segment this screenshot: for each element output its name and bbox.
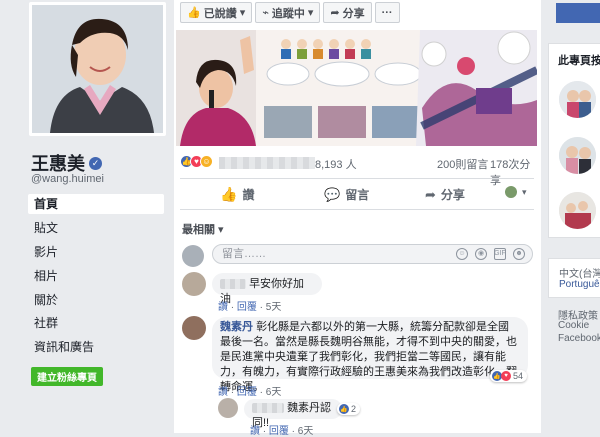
reply-reaction-badge[interactable]: 👍 2 — [337, 403, 361, 415]
liked-pages-title: 此專頁按讚 — [558, 55, 600, 67]
blurred-names — [219, 157, 315, 169]
divider — [180, 209, 534, 210]
like-label: 讚 — [242, 188, 255, 202]
comment-like-link[interactable]: 讚 — [218, 302, 228, 313]
nav-item-home[interactable]: 首頁 — [28, 194, 164, 214]
comment-input-tools: ☺ ◉ GIF ☻ — [456, 248, 525, 260]
liked-page-avatar[interactable] — [559, 137, 596, 174]
liked-label: 已說讚 — [203, 7, 237, 20]
emoji-icon[interactable]: ☺ — [456, 248, 468, 260]
post-image[interactable] — [176, 30, 537, 146]
nav-item-photos[interactable]: 相片 — [28, 266, 164, 286]
language-box: 中文(台灣) Português — [548, 258, 600, 298]
like-button[interactable]: 👍 讚 — [220, 186, 254, 203]
comment-reply-link[interactable]: 回覆 — [237, 387, 257, 398]
page-nav: 首頁 貼文 影片 相片 關於 社群 資訊和廣告 — [28, 194, 164, 361]
avatar — [182, 316, 206, 340]
post-as-selector[interactable]: ▾ — [505, 186, 527, 198]
liked-page-avatar[interactable] — [559, 192, 596, 229]
liked-page-avatar[interactable] — [559, 81, 596, 118]
left-column: 王惠美 ✓ @wang.huimei 首頁 貼文 影片 相片 關於 社群 資訊和… — [0, 0, 172, 433]
divider — [180, 178, 534, 179]
liked-button[interactable]: 👍 已說讚 ▾ — [180, 2, 253, 23]
comment-reaction-count: 54 — [513, 371, 524, 381]
following-button[interactable]: ⌁ 追蹤中 ▾ — [255, 2, 321, 23]
share-label: 分享 — [440, 188, 465, 202]
nav-item-about[interactable]: 關於 — [28, 290, 164, 310]
page-handle: @wang.huimei — [31, 173, 104, 185]
nav-item-info-ads[interactable]: 資訊和廣告 — [28, 337, 164, 357]
post-actions: 👍 讚 💬 留言 ➦ 分享 ▾ — [180, 183, 534, 205]
avatar — [505, 186, 517, 198]
right-column: 此專頁按讚 中文(台灣) Português 隱私政策 Cookie Faceb… — [548, 0, 600, 433]
sticker-icon[interactable]: ☻ — [513, 248, 525, 260]
post-column: 👍 已說讚 ▾ ⌁ 追蹤中 ▾ ➦ 分享 ··· 👍 ♥ ☺ 8,193 人 2… — [174, 0, 541, 437]
more-label: ··· — [381, 6, 393, 19]
language-current: 中文(台灣) — [559, 269, 600, 280]
comment-bubble: 早安你好加油 — [212, 273, 322, 305]
haha-reaction-icon: ☺ — [200, 155, 213, 168]
reaction-count: 8,193 人 — [315, 159, 357, 171]
comment-like-link[interactable]: 讚 — [218, 387, 228, 398]
nav-item-videos[interactable]: 影片 — [28, 242, 164, 262]
footer-facebook-text: Facebook — [558, 333, 600, 344]
following-label: 追蹤中 — [271, 7, 305, 20]
reply-time[interactable]: 6天 — [298, 426, 314, 437]
more-button[interactable]: ··· — [374, 2, 400, 23]
verified-badge-icon: ✓ — [89, 156, 102, 170]
share-page-label: 分享 — [342, 7, 365, 20]
comment-button[interactable]: 💬 留言 — [324, 186, 369, 203]
create-page-button[interactable]: 建立粉絲專頁 — [31, 367, 103, 386]
page-action-bar: 👍 已說讚 ▾ ⌁ 追蹤中 ▾ ➦ 分享 ··· — [180, 2, 400, 23]
chevron-down-icon: ▾ — [307, 7, 314, 19]
comment-label: 留言 — [345, 188, 370, 202]
top-blue-button[interactable] — [556, 3, 600, 23]
share-button[interactable]: ➦ 分享 — [425, 186, 465, 203]
liked-pages-box: 此專頁按讚 — [548, 43, 600, 238]
avatar — [182, 245, 204, 267]
comment-time[interactable]: 5天 — [266, 302, 282, 313]
nav-item-posts[interactable]: 貼文 — [28, 218, 164, 238]
thumbs-up-icon: 👍 — [220, 186, 238, 202]
share-page-button[interactable]: ➦ 分享 — [323, 2, 372, 23]
reply-reply-link[interactable]: 回覆 — [269, 426, 289, 437]
comment-count[interactable]: 200則留言 — [437, 156, 488, 172]
nav-item-community[interactable]: 社群 — [28, 313, 164, 333]
share-arrow-icon: ➦ — [425, 186, 436, 202]
blurred-author — [252, 403, 284, 414]
comment-input[interactable]: 留言…… ☺ ◉ GIF ☻ — [212, 244, 533, 264]
reactions-summary[interactable]: 👍 ♥ ☺ 8,193 人 200則留言 178次分享 — [180, 155, 534, 187]
thumbs-up-icon: 👍 — [187, 7, 201, 19]
reply-meta: 讚 · 回覆 · 6天 — [250, 426, 314, 437]
love-reaction-icon: ♥ — [501, 371, 511, 381]
chevron-down-icon: ▾ — [522, 186, 527, 197]
comment-meta: 讚 · 回覆 · 5天 — [218, 302, 282, 313]
comment-sort-dropdown[interactable]: 最相關 ▾ — [182, 221, 224, 237]
comment-author[interactable]: 魏素丹 — [220, 321, 253, 333]
comment-input-placeholder: 留言…… — [222, 248, 266, 260]
blurred-author — [220, 279, 246, 290]
avatar — [182, 272, 206, 296]
language-alt-link[interactable]: Português — [559, 279, 600, 290]
profile-photo[interactable] — [29, 2, 166, 136]
reply-reaction-count: 2 — [351, 404, 357, 414]
reply-bubble: 魏素丹認同!! — [244, 399, 342, 429]
comment-meta: 讚 · 回覆 · 6天 — [218, 387, 282, 398]
share-arrow-icon: ➦ — [330, 7, 340, 19]
comment-bubble-icon: 💬 — [324, 186, 341, 202]
camera-icon[interactable]: ◉ — [475, 248, 487, 260]
chevron-down-icon: ▾ — [239, 7, 246, 19]
comment-bubble: 魏素丹 彰化縣是六都以外的第一大縣，統籌分配款卻是全國最後一名。當然是縣長魏明谷… — [212, 317, 528, 393]
comment-reply-link[interactable]: 回覆 — [237, 302, 257, 313]
footer-cookie-link[interactable]: Cookie — [558, 320, 589, 331]
reply-like-link[interactable]: 讚 — [250, 426, 260, 437]
rss-icon: ⌁ — [262, 7, 269, 19]
avatar — [218, 398, 238, 418]
like-reaction-icon: 👍 — [339, 404, 349, 414]
comment-reaction-badge[interactable]: 👍 ♥ 54 — [490, 370, 528, 382]
comment-time[interactable]: 6天 — [266, 387, 282, 398]
gif-icon[interactable]: GIF — [494, 248, 506, 260]
